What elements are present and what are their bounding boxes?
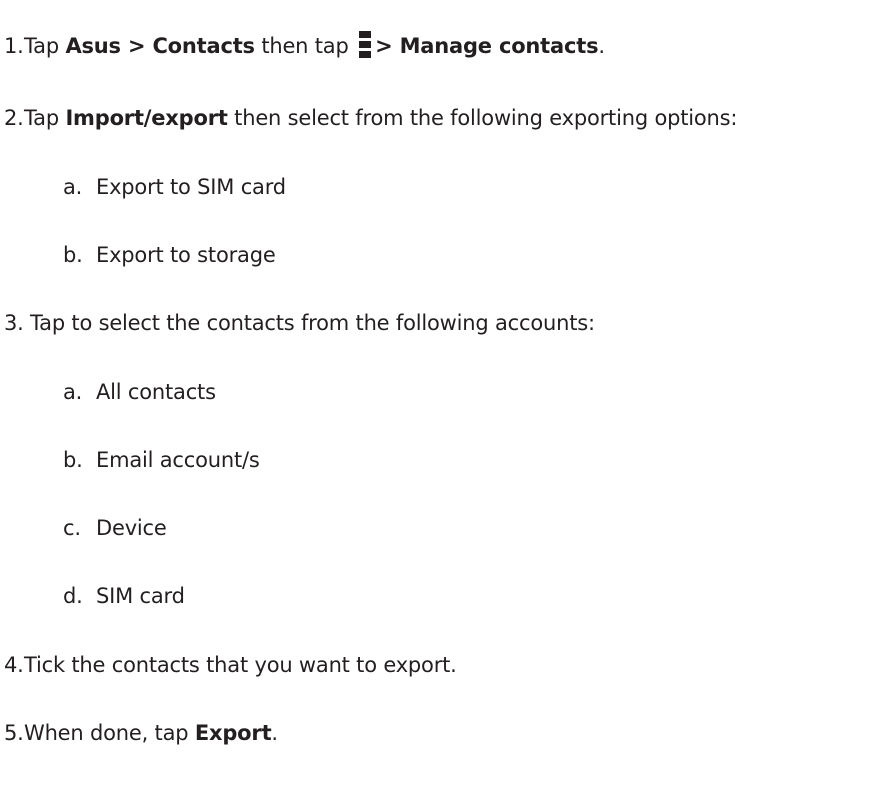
step-number: 2. (4, 106, 24, 130)
sub-item-letter: a. (63, 380, 83, 404)
sub-item-letter: c. (63, 516, 81, 540)
sub-item: b. Email account/s (0, 445, 260, 475)
step-bold-text: > Manage contacts (375, 34, 599, 58)
step-text: Tick the contacts that you want to expor… (24, 653, 457, 677)
sub-item-letter: b. (63, 243, 83, 267)
sub-item: d. SIM card (0, 581, 185, 611)
sub-item: b. Export to storage (0, 240, 276, 270)
sub-item: a. Export to SIM card (0, 172, 286, 202)
step-1: 1.Tap Asus > Contacts then tap > Manage … (0, 31, 605, 61)
sub-item-letter: d. (63, 584, 83, 608)
sub-item-letter: b. (63, 448, 83, 472)
sub-item-text: SIM card (96, 584, 185, 608)
sub-item: c. Device (0, 513, 167, 543)
step-number: 1. (4, 34, 24, 58)
step-number: 5. (4, 721, 24, 745)
step-number: 4. (4, 653, 24, 677)
step-text: then tap (254, 34, 356, 58)
sub-item-text: Device (96, 516, 167, 540)
step-bold-text: Import/export (65, 106, 228, 130)
sub-item-text: All contacts (96, 380, 216, 404)
step-text: then select from the following exporting… (227, 106, 738, 130)
sub-item-letter: a. (63, 175, 83, 199)
step-3: 3. Tap to select the contacts from the fo… (0, 308, 595, 338)
step-4: 4.Tick the contacts that you want to exp… (0, 650, 457, 680)
sub-item-text: Email account/s (96, 448, 260, 472)
step-text: Tap (24, 34, 66, 58)
more-vertical-icon (359, 31, 372, 58)
step-number: 3. (4, 311, 24, 335)
step-text: Tap to select the contacts from the foll… (30, 311, 595, 335)
step-text: . (271, 721, 278, 745)
step-text: Tap (24, 106, 66, 130)
instruction-page: 1.Tap Asus > Contacts then tap > Manage … (0, 0, 890, 787)
step-5: 5.When done, tap Export. (0, 718, 278, 748)
sub-item-text: Export to storage (96, 243, 276, 267)
step-2: 2.Tap Import/export then select from the… (0, 103, 737, 133)
step-bold-text: Asus > Contacts (65, 34, 255, 58)
sub-item: a. All contacts (0, 377, 216, 407)
step-bold-text: Export (194, 721, 272, 745)
sub-item-text: Export to SIM card (96, 175, 286, 199)
step-text: When done, tap (24, 721, 195, 745)
step-text: . (598, 34, 605, 58)
